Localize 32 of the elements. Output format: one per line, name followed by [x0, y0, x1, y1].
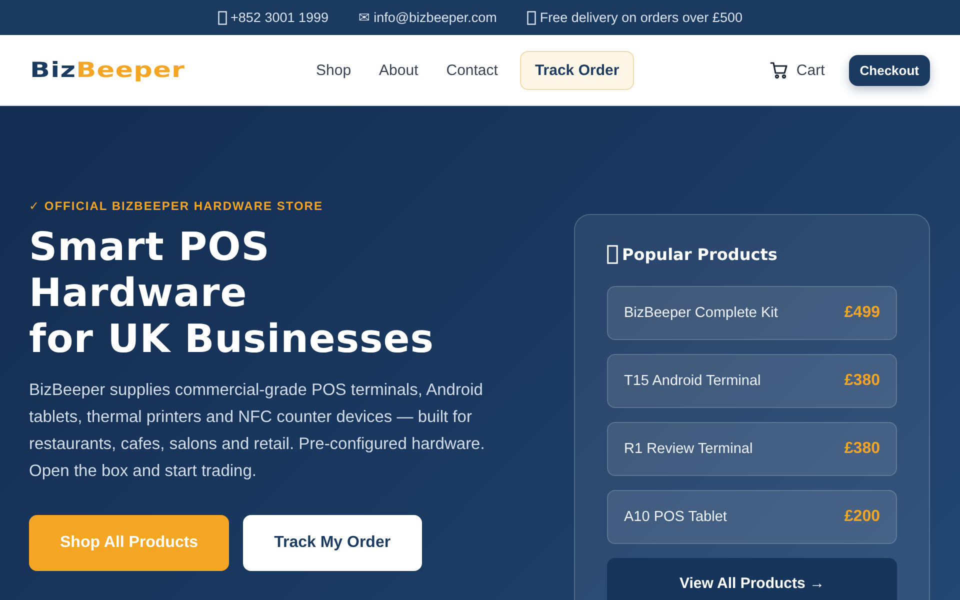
card-title: Popular Products — [622, 245, 778, 264]
track-order-button[interactable]: Track Order — [520, 50, 634, 90]
checkout-button[interactable]: Checkout — [848, 54, 930, 86]
product-price: £200 — [844, 508, 880, 526]
product-item[interactable]: A10 POS Tablet £200 — [607, 490, 897, 544]
product-name: BizBeeper Complete Kit — [624, 305, 778, 321]
track-order-button[interactable]: Track My Order — [243, 515, 422, 571]
box-icon — [607, 245, 618, 264]
product-price: £380 — [844, 440, 880, 458]
hero-title: Smart POS Hardware for UK Businesses — [29, 225, 435, 363]
nav-link[interactable]: Contact — [440, 52, 504, 88]
cart-link[interactable]: Cart — [770, 61, 825, 79]
product-name: A10 POS Tablet — [624, 509, 727, 525]
top-bar-text: +852 3001 1999 — [230, 10, 329, 25]
product-price: £499 — [844, 304, 880, 322]
hero-description: BizBeeper supplies commercial-grade POS terminals, Android tablets, thermal printers and NFC counter devices — built for restaurants, cafes, salons and retail. Pre-configured hardware. Open the box and start trading. — [29, 380, 486, 482]
eyebrow-text: ✓ OFFICIAL BIZBEEPER HARDWARE STORE — [29, 199, 324, 213]
product-name: R1 Review Terminal — [624, 441, 753, 457]
cart-icon — [770, 61, 788, 79]
view-all-button[interactable]: View All Products → — [607, 558, 897, 600]
product-item[interactable]: T15 Android Terminal £380 — [607, 354, 897, 408]
box-icon — [526, 10, 536, 24]
top-bar-text: ✉ info@bizbeeper.com — [358, 10, 497, 26]
product-price: £380 — [844, 372, 880, 390]
box-icon — [218, 10, 227, 24]
nav-link[interactable]: About — [373, 52, 424, 88]
product-name: T15 Android Terminal — [624, 373, 761, 389]
product-item[interactable]: BizBeeper Complete Kit £499 — [607, 286, 897, 340]
top-bar-text: Free delivery on orders over £500 — [540, 10, 742, 25]
logo[interactable]: BizBeeper — [30, 58, 258, 82]
nav-link[interactable]: Shop — [310, 52, 358, 88]
product-item[interactable]: R1 Review Terminal £380 — [607, 422, 897, 476]
